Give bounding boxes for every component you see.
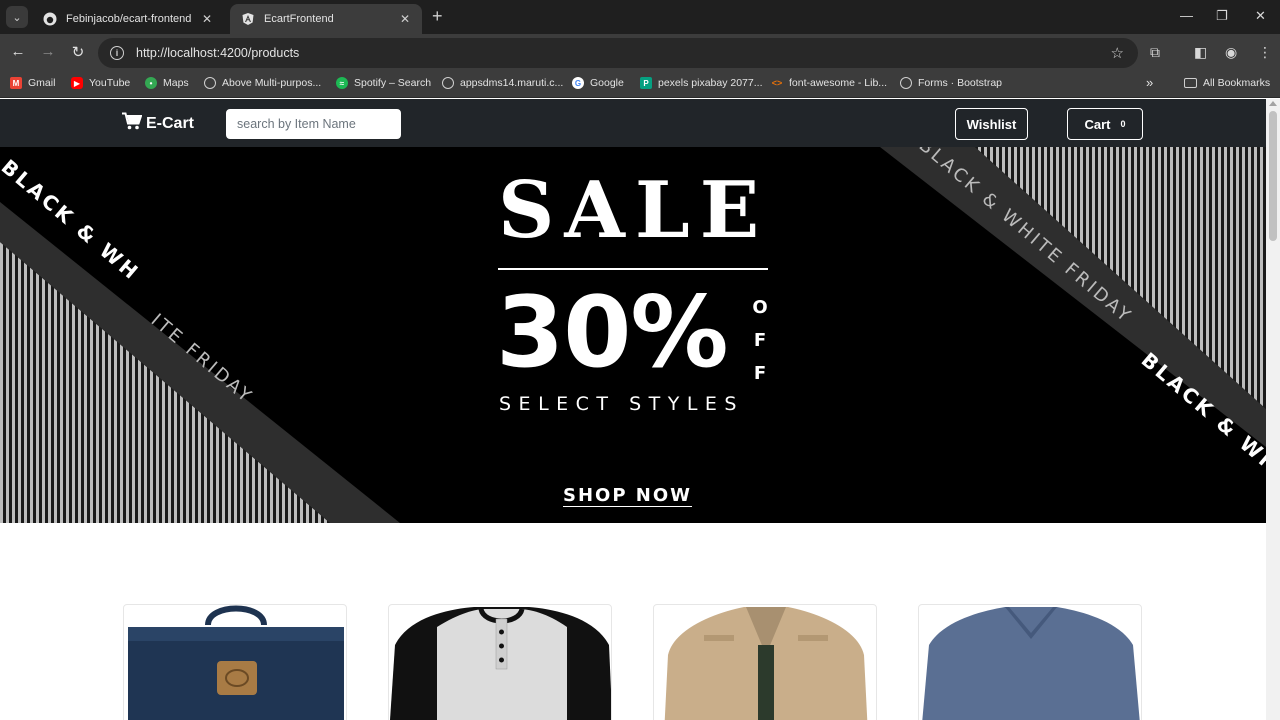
product-card[interactable] <box>388 604 612 720</box>
forward-icon[interactable]: → <box>38 43 58 60</box>
bookmark-label: appsdms14.maruti.c... <box>460 77 564 89</box>
folder-icon <box>1184 78 1197 88</box>
angular-icon <box>240 11 256 27</box>
globe-icon <box>442 77 454 89</box>
bookmark-spotify[interactable]: ≈ Spotify – Search <box>336 77 431 89</box>
tab-title: EcartFrontend <box>264 13 334 25</box>
product-card[interactable] <box>918 604 1142 720</box>
discount-percent: 30% <box>496 276 729 390</box>
globe-icon <box>900 77 912 89</box>
bookmark-pexels[interactable]: P pexels pixabay 2077... <box>640 77 763 89</box>
scroll-up-arrow-icon[interactable] <box>1269 101 1277 106</box>
bookmark-appsdms[interactable]: appsdms14.maruti.c... <box>442 77 563 89</box>
page-scrollbar[interactable] <box>1266 99 1280 720</box>
wishlist-button[interactable]: Wishlist <box>955 108 1028 140</box>
bookmark-above[interactable]: Above Multi-purpos... <box>204 77 321 89</box>
bookmark-gmail[interactable]: M Gmail <box>10 77 55 89</box>
close-tab-icon[interactable]: ✕ <box>200 12 214 26</box>
bookmark-label: Forms · Bootstrap <box>918 77 1003 89</box>
product-grid <box>0 604 1266 720</box>
github-icon <box>42 11 58 27</box>
all-bookmarks-label: All Bookmarks <box>1203 77 1271 89</box>
reload-icon[interactable]: ↻ <box>68 43 88 61</box>
bookmark-label: Above Multi-purpos... <box>222 77 322 89</box>
sale-divider <box>498 268 768 270</box>
globe-icon <box>204 77 216 89</box>
gmail-icon: M <box>10 77 22 89</box>
page-viewport: E-Cart Wishlist Cart 0 BLA <box>0 99 1280 720</box>
bookmarks-bar: M Gmail ▶ YouTube • Maps Above Multi-pur… <box>0 72 1280 98</box>
maps-icon: • <box>145 77 157 89</box>
google-icon: G <box>572 77 584 89</box>
restore-icon[interactable]: ❐ <box>1216 8 1228 24</box>
minimize-icon[interactable]: — <box>1180 8 1193 23</box>
bookmark-star-icon[interactable]: ☆ <box>1111 44 1124 62</box>
bookmark-label: Spotify – Search <box>354 77 432 89</box>
product-card[interactable] <box>123 604 347 720</box>
cart-label: Cart <box>1084 116 1111 132</box>
browser-tab-ecart[interactable]: EcartFrontend ✕ <box>230 4 422 34</box>
url-text[interactable]: http://localhost:4200/products <box>136 46 299 60</box>
bookmark-youtube[interactable]: ▶ YouTube <box>71 77 130 89</box>
sale-heading: SALE <box>498 165 770 256</box>
sale-banner[interactable]: BLACK & WH ITE FRIDAY BLACK & WHITE FRID… <box>0 147 1266 523</box>
product-image-jacket <box>664 607 868 720</box>
more-bookmarks-icon[interactable]: » <box>1146 75 1153 90</box>
extensions-icon[interactable]: ⧉ <box>1150 44 1160 61</box>
product-card[interactable] <box>653 604 877 720</box>
search-input[interactable] <box>226 109 401 139</box>
cart-count-badge: 0 <box>1120 119 1126 129</box>
cart-button[interactable]: Cart 0 <box>1067 108 1143 140</box>
site-info-icon[interactable]: i <box>110 46 124 60</box>
new-tab-icon[interactable]: + <box>432 6 443 26</box>
bookmark-maps[interactable]: • Maps <box>145 77 189 89</box>
bookmark-label: pexels pixabay 2077... <box>658 77 763 89</box>
off-letter: F <box>753 330 767 351</box>
youtube-icon: ▶ <box>71 77 83 89</box>
menu-kebab-icon[interactable]: ⋮ <box>1258 44 1272 61</box>
shop-now-link[interactable]: SHOP NOW <box>563 485 692 506</box>
bookmark-label: Maps <box>163 77 189 89</box>
product-image-vneck <box>922 607 1140 720</box>
code-icon: <> <box>771 78 783 88</box>
bookmark-label: Google <box>590 77 624 89</box>
bookmark-google[interactable]: G Google <box>572 77 624 89</box>
address-bar[interactable]: i http://localhost:4200/products ☆ <box>98 38 1138 68</box>
bookmark-label: YouTube <box>89 77 131 89</box>
site-navbar: E-Cart Wishlist Cart 0 <box>0 99 1266 147</box>
close-tab-icon[interactable]: ✕ <box>398 12 412 26</box>
browser-tab-bar: ⌄ Febinjacob/ecart-frontend ✕ EcartFront… <box>0 0 1280 34</box>
bookmark-label: Gmail <box>28 77 56 89</box>
product-image-backpack <box>128 605 344 720</box>
all-bookmarks-button[interactable]: All Bookmarks <box>1184 77 1270 89</box>
brand-name: E-Cart <box>146 114 195 132</box>
bookmark-font-awesome[interactable]: <> font-awesome - Lib... <box>771 77 887 89</box>
browser-toolbar: ← → ↻ i http://localhost:4200/products ☆… <box>0 34 1280 72</box>
sale-subtitle: SELECT STYLES <box>499 393 744 415</box>
product-image-henley <box>390 607 611 720</box>
profile-icon[interactable]: ◉ <box>1225 44 1237 61</box>
close-window-icon[interactable]: ✕ <box>1255 8 1266 24</box>
bookmark-forms-bootstrap[interactable]: Forms · Bootstrap <box>900 77 1002 89</box>
shopping-cart-icon <box>122 112 143 135</box>
bookmark-label: font-awesome - Lib... <box>789 77 888 89</box>
browser-tab-github[interactable]: Febinjacob/ecart-frontend ✕ <box>32 4 224 34</box>
off-label: O F F <box>752 291 768 390</box>
off-letter: F <box>753 363 767 384</box>
spotify-icon: ≈ <box>336 77 348 89</box>
side-panel-icon[interactable]: ◧ <box>1194 44 1207 61</box>
scroll-thumb[interactable] <box>1269 111 1277 241</box>
back-icon[interactable]: ← <box>8 43 28 60</box>
off-letter: O <box>752 297 768 318</box>
brand-link[interactable]: E-Cart <box>122 112 194 135</box>
tab-search-chevron-icon[interactable]: ⌄ <box>6 6 28 28</box>
pexels-icon: P <box>640 77 652 89</box>
tab-title: Febinjacob/ecart-frontend <box>66 13 192 25</box>
